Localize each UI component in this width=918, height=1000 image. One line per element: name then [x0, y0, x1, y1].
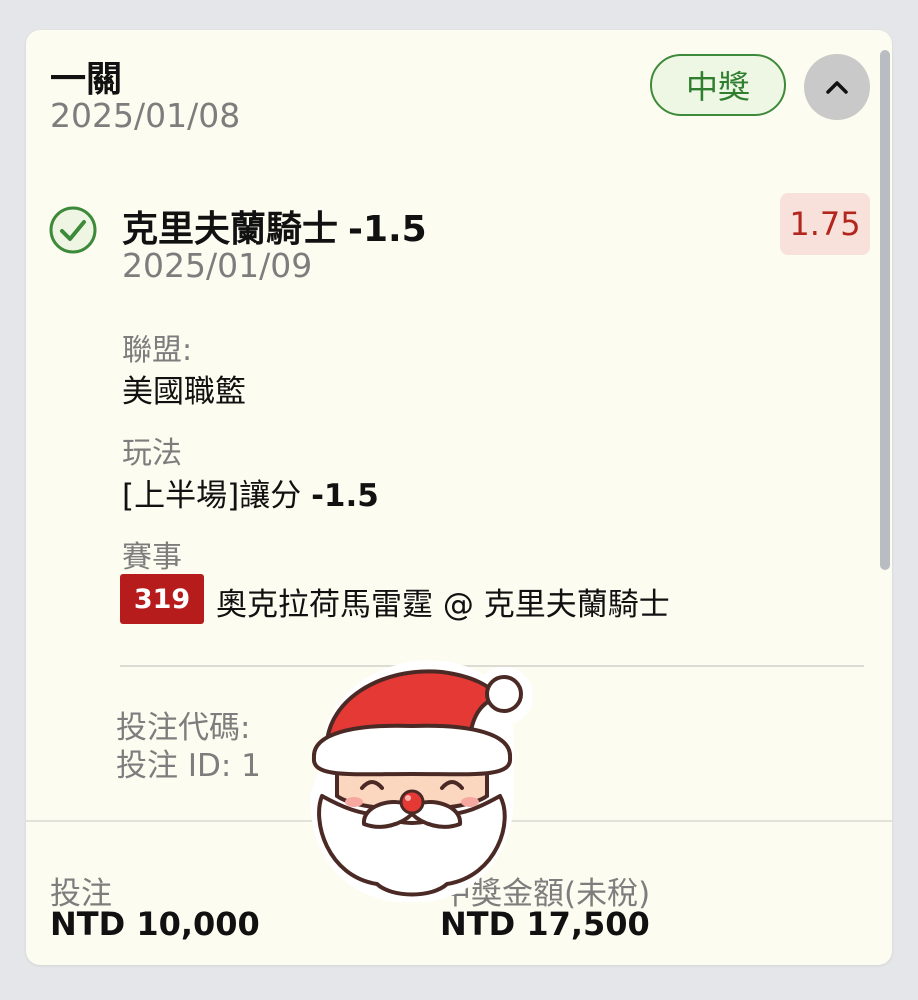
- scrollbar[interactable]: [880, 50, 890, 570]
- play-value: [上半場]讓分 -1.5: [122, 470, 379, 515]
- bet-type-title: 一關: [50, 59, 123, 100]
- check-circle-icon: [49, 206, 97, 254]
- play-label: 玩法: [122, 436, 182, 471]
- event-label: 賽事: [122, 540, 182, 575]
- payout-value: NTD 17,500: [440, 905, 650, 943]
- selection-team: 克里夫蘭騎士: [122, 209, 339, 250]
- odds-badge: 1.75: [780, 193, 870, 255]
- play-line: -1.5: [311, 478, 379, 514]
- santa-sticker: [310, 660, 532, 902]
- league-value: 美國職籃: [122, 374, 246, 410]
- league-label: 聯盟:: [122, 333, 193, 368]
- status-badge: 中獎: [650, 54, 786, 116]
- event-number-badge: 319: [120, 574, 204, 624]
- play-prefix: [上半場]讓分: [122, 478, 302, 514]
- collapse-button[interactable]: [804, 54, 870, 120]
- stake-value: NTD 10,000: [50, 905, 260, 943]
- selection-date: 2025/01/09: [122, 246, 313, 285]
- bet-card: 一關 2025/01/08 中獎 克里夫蘭騎士 -1.5 2025/01/09 1…: [26, 30, 892, 965]
- event-name: 奧克拉荷馬雷霆 @ 克里夫蘭騎士: [216, 587, 670, 623]
- selection-line: -1.5: [348, 209, 427, 250]
- bet-id-label: 投注 ID: 1: [116, 748, 261, 784]
- bet-date: 2025/01/08: [50, 96, 241, 135]
- selection-name: 克里夫蘭騎士 -1.5: [122, 200, 427, 252]
- chevron-up-icon: [826, 81, 848, 94]
